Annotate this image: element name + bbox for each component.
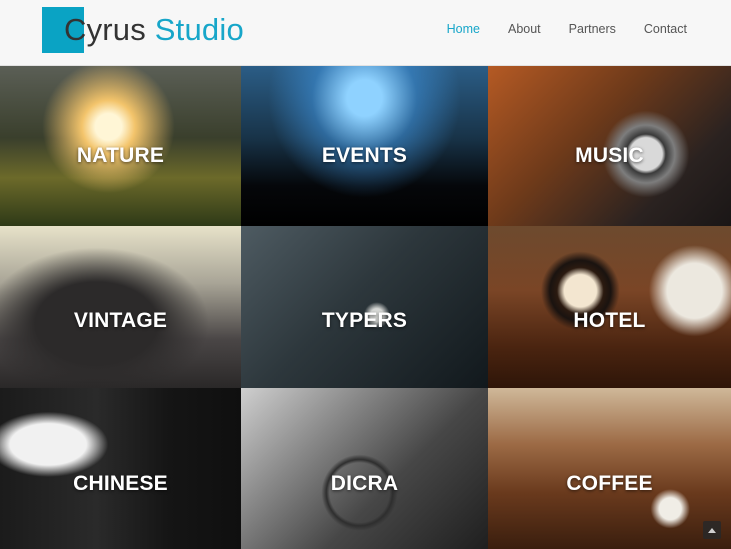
tile-label: EVENTS bbox=[321, 144, 408, 167]
tile-dicra[interactable]: DICRA bbox=[241, 388, 488, 549]
tile-events[interactable]: EVENTS bbox=[241, 66, 488, 226]
tile-chinese[interactable]: CHINESE bbox=[0, 388, 241, 549]
tile-label: MUSIC bbox=[575, 144, 644, 167]
nav-home[interactable]: Home bbox=[447, 22, 480, 36]
nav-about[interactable]: About bbox=[508, 22, 541, 36]
nav-partners[interactable]: Partners bbox=[569, 22, 616, 36]
tile-music[interactable]: MUSIC bbox=[488, 66, 731, 226]
logo-text: Cyrus Studio bbox=[42, 12, 244, 48]
tile-nature[interactable]: NATURE bbox=[0, 66, 241, 226]
tile-image bbox=[0, 388, 241, 549]
arrow-up-icon[interactable] bbox=[703, 521, 721, 539]
tile-label: COFFEE bbox=[566, 472, 653, 495]
tile-label: VINTAGE bbox=[73, 309, 168, 332]
tile-label: TYPERS bbox=[321, 309, 408, 332]
tile-hotel[interactable]: HOTEL bbox=[488, 226, 731, 388]
gallery-grid: NATURE EVENTS MUSIC VINTAGE TYPERS HOTEL… bbox=[0, 66, 731, 549]
site-header: Cyrus Studio Home About Partners Contact bbox=[0, 0, 731, 66]
tile-coffee[interactable]: COFFEE bbox=[488, 388, 731, 549]
tile-image bbox=[488, 388, 731, 549]
logo-word-first: Cyrus bbox=[64, 12, 146, 47]
logo[interactable]: Cyrus Studio bbox=[42, 7, 244, 53]
tile-image bbox=[488, 226, 731, 388]
tile-image bbox=[241, 388, 488, 549]
logo-word-second: Studio bbox=[154, 12, 244, 47]
tile-vintage[interactable]: VINTAGE bbox=[0, 226, 241, 388]
tile-label: HOTEL bbox=[573, 309, 646, 332]
tile-label: NATURE bbox=[76, 144, 165, 167]
main-nav: Home About Partners Contact bbox=[419, 22, 687, 36]
tile-image bbox=[241, 226, 488, 388]
tile-label: DICRA bbox=[330, 472, 399, 495]
tile-typers[interactable]: TYPERS bbox=[241, 226, 488, 388]
tile-image bbox=[0, 226, 241, 388]
tile-label: CHINESE bbox=[73, 472, 168, 495]
nav-contact[interactable]: Contact bbox=[644, 22, 687, 36]
